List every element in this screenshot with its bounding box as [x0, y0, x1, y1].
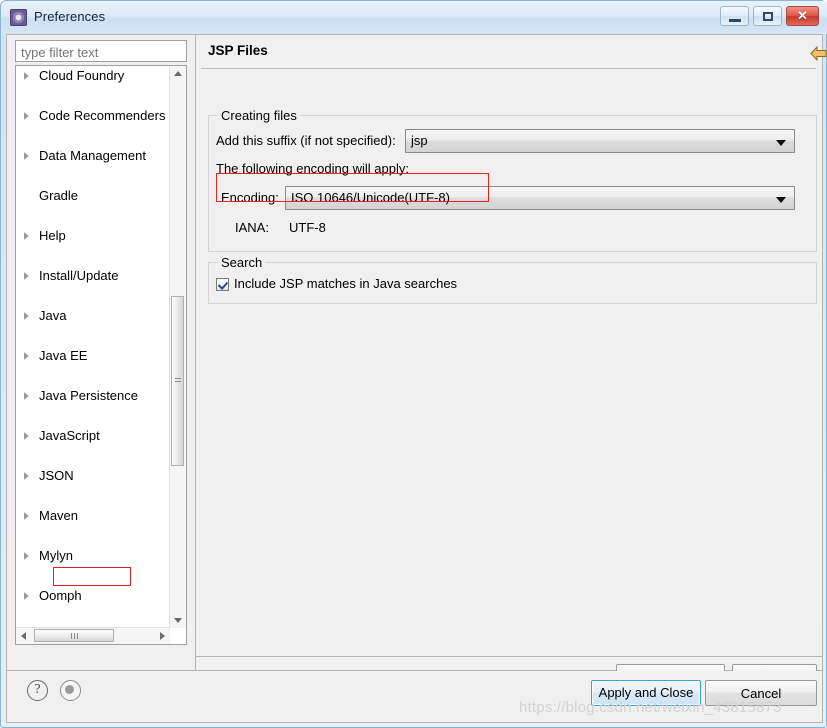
chevron-right-icon[interactable]	[24, 152, 29, 160]
tree-item-maven[interactable]: Maven	[16, 506, 169, 526]
tree-item-oomph[interactable]: Oomph	[16, 586, 169, 606]
tree-item-gradle[interactable]: Gradle	[16, 186, 169, 206]
encoding-label: Encoding:	[221, 190, 279, 205]
minimize-icon	[729, 19, 741, 22]
tree-item-code-recommenders[interactable]: Code Recommenders	[16, 106, 169, 126]
chevron-down-icon	[776, 140, 786, 146]
chevron-right-icon[interactable]	[24, 592, 29, 600]
shell-status-icon[interactable]	[60, 680, 81, 701]
horizontal-scroll-thumb[interactable]	[34, 629, 114, 642]
tree-item-label: JavaScript	[39, 428, 100, 443]
creating-files-group: Creating files Add this suffix (if not s…	[208, 108, 817, 252]
panel-divider	[195, 35, 196, 670]
chevron-right-icon[interactable]	[24, 512, 29, 520]
preference-tree[interactable]: Cloud Foundry Code Recommenders Data Manag…	[15, 65, 187, 645]
scroll-up-icon[interactable]	[174, 71, 182, 76]
maximize-icon	[763, 12, 773, 21]
chevron-right-icon[interactable]	[24, 432, 29, 440]
encoding-note: The following encoding will apply:	[216, 161, 409, 176]
tree-item-java-persistence[interactable]: Java Persistence	[16, 386, 169, 406]
iana-value: UTF-8	[289, 220, 326, 235]
watermark-text: https://blog.csdn.net/weixin_43815873	[519, 699, 782, 716]
close-icon: ✕	[797, 8, 808, 23]
window-title: Preferences	[34, 9, 106, 24]
encoding-combo[interactable]: ISO 10646/Unicode(UTF-8)	[285, 186, 795, 210]
tree-item-help[interactable]: Help	[16, 226, 169, 246]
tree-item-label: Java	[39, 308, 67, 323]
tree-vertical-scrollbar[interactable]	[169, 66, 186, 628]
dialog-body: Cloud Foundry Code Recommenders Data Manag…	[6, 34, 827, 691]
tree-item-mylyn[interactable]: Mylyn	[16, 546, 169, 566]
scroll-down-icon[interactable]	[174, 618, 182, 623]
tree-item-label: Code Recommenders	[39, 108, 166, 123]
title-bar[interactable]: Preferences ✕	[1, 1, 827, 34]
chevron-right-icon[interactable]	[24, 112, 29, 120]
back-arrow-icon[interactable]	[810, 46, 827, 61]
tree-item-label: Java EE	[39, 348, 88, 363]
tree-item-label: Oomph	[39, 588, 82, 603]
scroll-right-icon[interactable]	[160, 632, 165, 640]
tree-item-label: Maven	[39, 508, 79, 523]
filter-input[interactable]	[15, 40, 187, 62]
chevron-right-icon[interactable]	[24, 72, 29, 80]
close-button[interactable]: ✕	[786, 6, 819, 26]
tree-item-label: JSON	[39, 468, 74, 483]
chevron-right-icon[interactable]	[24, 272, 29, 280]
tree-item-data-management[interactable]: Data Management	[16, 146, 169, 166]
iana-label: IANA:	[235, 220, 269, 235]
chevron-right-icon[interactable]	[24, 312, 29, 320]
include-jsp-matches-label: Include JSP matches in Java searches	[234, 276, 458, 291]
preferences-gear-icon	[10, 9, 27, 26]
tree-item-json[interactable]: JSON	[16, 466, 169, 486]
suffix-label: Add this suffix (if not specified):	[216, 133, 396, 148]
tree-item-install-update[interactable]: Install/Update	[16, 266, 169, 286]
help-icon[interactable]: ?	[27, 680, 48, 701]
preferences-dialog: Preferences ✕ Cloud Foundry Code Recommen…	[0, 0, 827, 728]
tree-item-label: Help	[39, 228, 66, 243]
tree-item-label: Mylyn	[39, 548, 73, 563]
encoding-combo-value: ISO 10646/Unicode(UTF-8)	[291, 190, 450, 205]
chevron-right-icon[interactable]	[24, 552, 29, 560]
tree-item-label: Java Persistence	[39, 388, 138, 403]
chevron-right-icon[interactable]	[24, 472, 29, 480]
tree-item-cloud-foundry[interactable]: Cloud Foundry	[16, 66, 169, 86]
tree-item-javascript[interactable]: JavaScript	[16, 426, 169, 446]
chevron-down-icon	[776, 197, 786, 203]
preference-page: JSP Files Creating files Add this suffix…	[195, 35, 827, 691]
maximize-button[interactable]	[753, 6, 782, 26]
panel-bottom-rule	[196, 656, 822, 657]
tree-item-label: Gradle	[39, 188, 79, 203]
minimize-button[interactable]	[720, 6, 749, 26]
suffix-combo[interactable]: jsp	[405, 129, 795, 153]
tree-item-label: Cloud Foundry	[39, 68, 125, 83]
creating-files-group-title: Creating files	[218, 108, 300, 123]
page-title-rule	[201, 68, 816, 69]
chevron-right-icon[interactable]	[24, 232, 29, 240]
tree-item-java[interactable]: Java	[16, 306, 169, 326]
vertical-scroll-thumb[interactable]	[171, 296, 184, 466]
include-jsp-matches-checkbox[interactable]	[216, 278, 229, 291]
tree-item-java-ee[interactable]: Java EE	[16, 346, 169, 366]
search-group-title: Search	[218, 255, 266, 270]
tree-item-label: Install/Update	[39, 268, 119, 283]
scroll-left-icon[interactable]	[21, 632, 26, 640]
suffix-combo-value: jsp	[411, 133, 428, 148]
tree-items-container: Cloud Foundry Code Recommenders Data Manag…	[16, 66, 169, 626]
tree-item-label: Data Management	[39, 148, 146, 163]
page-title: JSP Files	[208, 43, 268, 58]
search-group: Search Include JSP matches in Java searc…	[208, 255, 817, 304]
tree-horizontal-scrollbar[interactable]	[16, 627, 170, 644]
chevron-right-icon[interactable]	[24, 392, 29, 400]
chevron-right-icon[interactable]	[24, 352, 29, 360]
